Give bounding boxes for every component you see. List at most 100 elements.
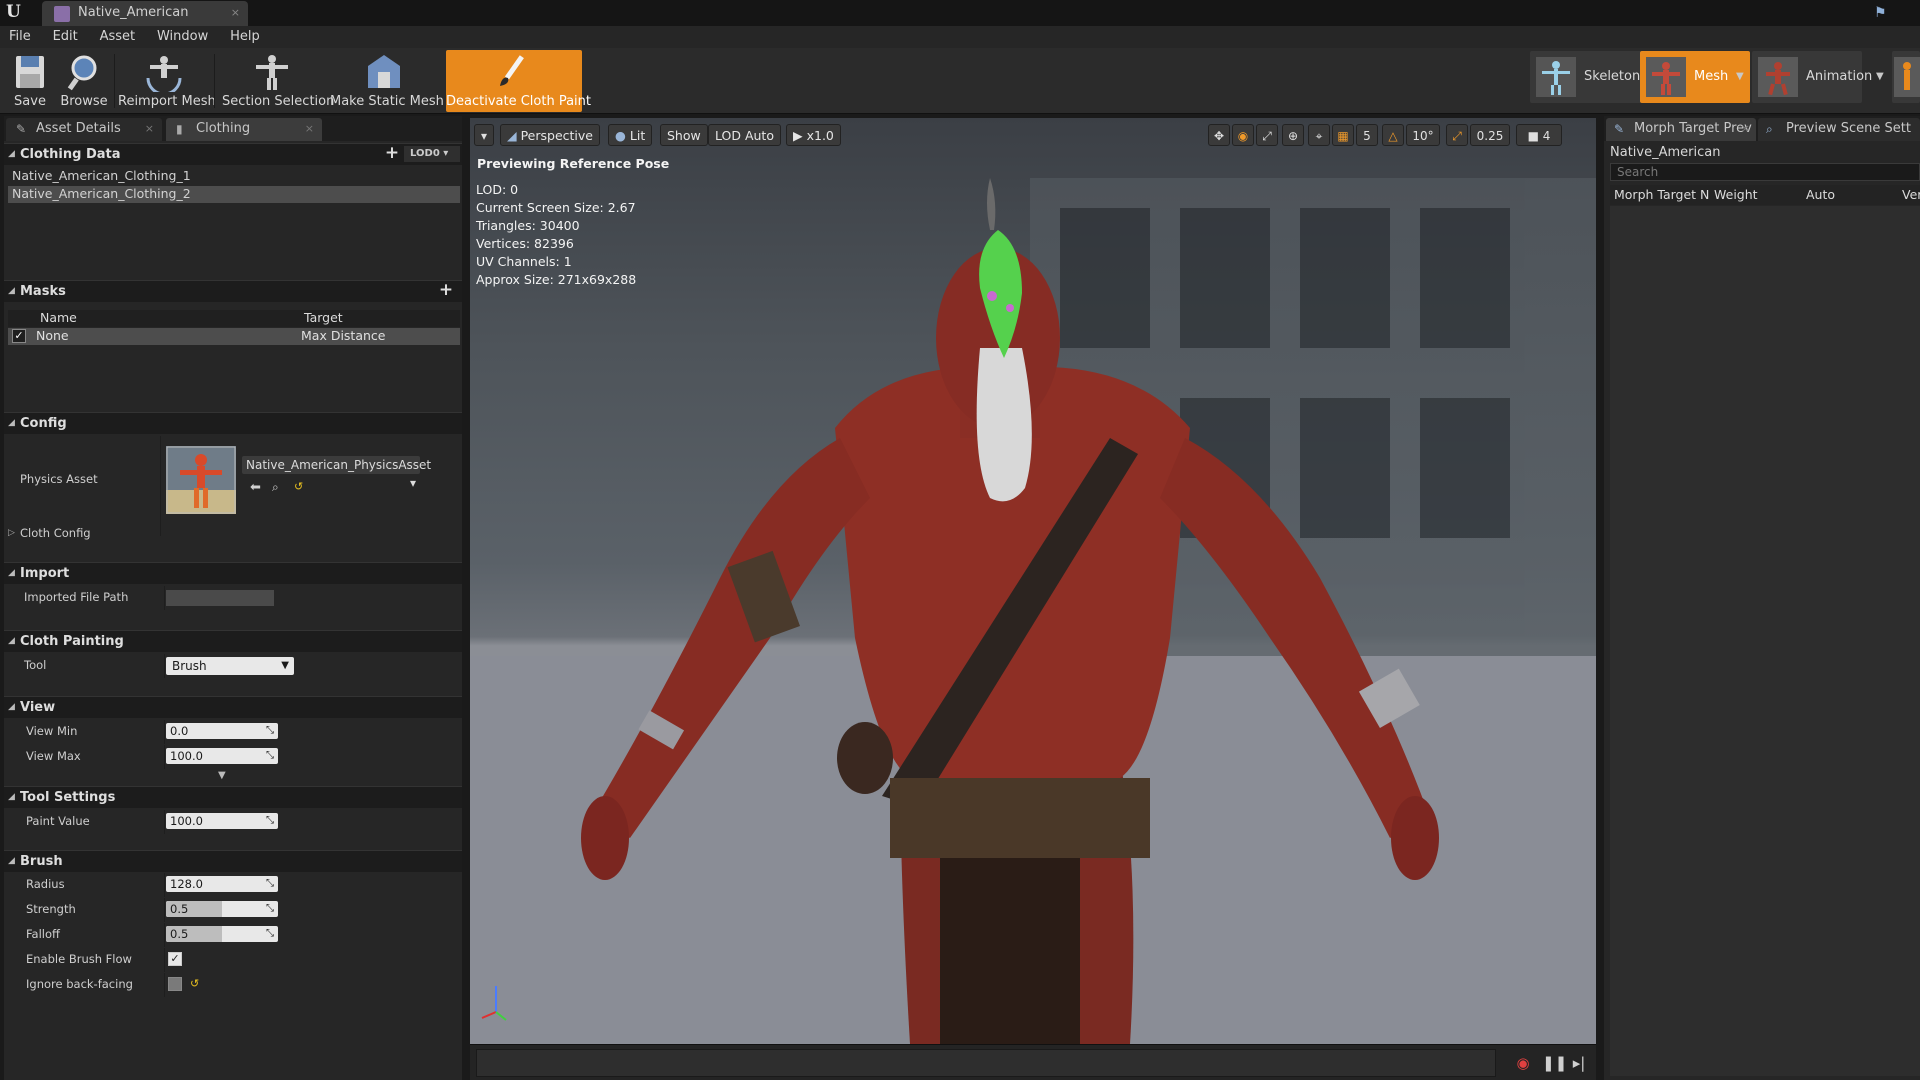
table-row[interactable]: ✓ None Max Distance	[8, 328, 460, 345]
strength-slider[interactable]: 0.5 ⤡	[166, 901, 278, 917]
physics-asset-dropdown[interactable]: Native_American_PhysicsAsset ▾	[242, 456, 431, 490]
close-tab-icon[interactable]: ×	[305, 118, 314, 140]
cloth-config-label[interactable]: Cloth Config	[20, 526, 91, 540]
deactivate-cloth-paint-button[interactable]: Deactivate Cloth Paint	[446, 50, 591, 112]
playback-speed-button[interactable]: ▶ x1.0	[786, 124, 841, 146]
mesh-mode-button[interactable]: Mesh	[1640, 51, 1750, 103]
skeleton-mode-button[interactable]: Skeleton	[1530, 51, 1642, 103]
reset-to-default-icon[interactable]: ↺	[190, 977, 199, 990]
pause-icon[interactable]: ❚❚	[1542, 1054, 1567, 1072]
document-tab[interactable]: Native_American ×	[42, 1, 248, 26]
close-tab-icon[interactable]: ×	[145, 118, 154, 140]
blueprint-mode-button[interactable]	[1892, 51, 1920, 103]
enable-brush-flow-checkbox[interactable]: ✓	[168, 952, 182, 966]
rotation-snap-icon[interactable]: △	[1382, 124, 1404, 146]
tab-clothing[interactable]: ▮ Clothing ×	[166, 118, 322, 141]
lit-button[interactable]: ● Lit	[608, 124, 653, 146]
falloff-row: Falloff 0.5 ⤡	[8, 923, 460, 947]
view-min-field[interactable]: 0.0 ⤡	[166, 723, 278, 739]
preview-pose-label: Previewing Reference Pose	[477, 156, 670, 171]
masks-header[interactable]: ◢ Masks +	[4, 280, 462, 302]
animation-dropdown-icon[interactable]: ▼	[1876, 71, 1884, 82]
scale-snap-icon[interactable]: ⤢	[1446, 124, 1468, 146]
clothing-list-item[interactable]: Native_American_Clothing_1	[8, 168, 460, 185]
show-advanced-icon[interactable]: ▼	[218, 770, 226, 781]
viewport-options-dropdown[interactable]: ▾	[474, 124, 494, 146]
lod-dropdown[interactable]: LOD0 ▾	[404, 146, 460, 162]
scale-snap-value[interactable]: 0.25	[1470, 124, 1510, 146]
drag-arrows-icon[interactable]: ⤡	[264, 927, 276, 940]
grid-size-value[interactable]: 5	[1356, 124, 1378, 146]
imported-file-path-field[interactable]	[166, 590, 274, 606]
tab-asset-details[interactable]: ✎ Asset Details ×	[6, 118, 162, 141]
brush-header[interactable]: ◢ Brush	[4, 850, 462, 872]
column-divider	[164, 745, 165, 769]
column-divider	[164, 654, 165, 678]
falloff-slider[interactable]: 0.5 ⤡	[166, 926, 278, 942]
paint-value-field[interactable]: 100.0 ⤡	[166, 813, 278, 829]
close-tab-icon[interactable]: ×	[231, 1, 240, 25]
import-header[interactable]: ◢ Import	[4, 562, 462, 584]
mask-enabled-checkbox[interactable]: ✓	[12, 329, 26, 343]
save-button[interactable]: Save	[6, 50, 54, 112]
animation-mode-button[interactable]: Animation	[1752, 51, 1872, 103]
menu-asset[interactable]: Asset	[91, 26, 145, 48]
unreal-logo-icon[interactable]: U	[6, 2, 28, 24]
view-max-field[interactable]: 100.0 ⤡	[166, 748, 278, 764]
add-mask-icon[interactable]: +	[438, 282, 454, 299]
reset-to-default-icon[interactable]: ↺	[294, 480, 303, 493]
grid-snap-icon[interactable]: ▦	[1332, 124, 1354, 146]
tool-dropdown[interactable]: Brush ▼	[166, 657, 294, 675]
preview-viewport[interactable]: ▾ ◢ Perspective ● Lit Show LOD Auto ▶ x1…	[470, 118, 1596, 1044]
lod-auto-button[interactable]: LOD Auto	[708, 124, 781, 146]
close-tab-icon[interactable]: ×	[1741, 118, 1750, 140]
section-selection-button[interactable]: Section Selection	[222, 50, 334, 112]
record-icon[interactable]: ◉	[1514, 1054, 1532, 1072]
menu-help[interactable]: Help	[221, 26, 269, 48]
add-clothing-icon[interactable]: +	[384, 145, 400, 162]
show-button[interactable]: Show	[660, 124, 708, 146]
camera-speed-button[interactable]: ■ 4	[1516, 124, 1562, 146]
clothing-list-item[interactable]: Native_American_Clothing_2	[8, 186, 460, 203]
menu-edit[interactable]: Edit	[44, 26, 87, 48]
physics-asset-label: Physics Asset	[20, 472, 98, 486]
scale-mode-icon[interactable]: ⤢	[1256, 124, 1278, 146]
collapse-arrow-icon: ◢	[8, 636, 15, 646]
column-divider	[164, 810, 165, 834]
menu-window[interactable]: Window	[148, 26, 217, 48]
drag-arrows-icon[interactable]: ⤡	[264, 724, 276, 737]
surface-snap-icon[interactable]: ⌖	[1308, 124, 1330, 146]
world-local-icon[interactable]: ⊕	[1282, 124, 1304, 146]
step-forward-icon[interactable]: ▸|	[1570, 1054, 1588, 1072]
make-static-mesh-button[interactable]: Make Static Mesh	[330, 50, 444, 112]
mesh-dropdown-icon[interactable]: ▼	[1736, 71, 1744, 82]
drag-arrows-icon[interactable]: ⤡	[264, 877, 276, 890]
feedback-icon[interactable]: ⚑	[1874, 5, 1890, 21]
tab-preview-scene-settings[interactable]: ⌕ Preview Scene Sett	[1758, 118, 1920, 141]
cloth-painting-header[interactable]: ◢ Cloth Painting	[4, 630, 462, 652]
tool-settings-header[interactable]: ◢ Tool Settings	[4, 786, 462, 808]
reimport-mesh-button[interactable]: Reimport Mesh	[118, 50, 216, 112]
timeline-track[interactable]	[476, 1049, 1496, 1077]
clothing-data-header[interactable]: ◢ Clothing Data + LOD0 ▾	[4, 143, 462, 165]
config-header[interactable]: ◢ Config	[4, 412, 462, 434]
tab-morph-target-preview[interactable]: ✎ Morph Target Prev ×	[1606, 118, 1756, 141]
physics-asset-thumbnail[interactable]	[166, 446, 236, 514]
morph-search-input[interactable]: Search	[1610, 163, 1920, 181]
rotate-mode-icon[interactable]: ◉	[1232, 124, 1254, 146]
rotation-snap-value[interactable]: 10°	[1406, 124, 1440, 146]
translate-mode-icon[interactable]: ✥	[1208, 124, 1230, 146]
ignore-back-facing-checkbox[interactable]	[168, 977, 182, 991]
browse-button[interactable]: Browse	[58, 50, 110, 112]
drag-arrows-icon[interactable]: ⤡	[264, 749, 276, 762]
perspective-button[interactable]: ◢ Perspective	[500, 124, 600, 146]
menu-file[interactable]: File	[0, 26, 40, 48]
drag-arrows-icon[interactable]: ⤡	[264, 902, 276, 915]
expand-arrow-icon[interactable]: ▷	[8, 528, 15, 538]
view-header[interactable]: ◢ View	[4, 696, 462, 718]
use-selected-arrow-icon[interactable]: ⬅	[250, 480, 261, 495]
character-mesh[interactable]	[470, 118, 1596, 1044]
browse-asset-icon[interactable]: ⌕	[272, 480, 279, 495]
radius-field[interactable]: 128.0 ⤡	[166, 876, 278, 892]
drag-arrows-icon[interactable]: ⤡	[264, 814, 276, 827]
